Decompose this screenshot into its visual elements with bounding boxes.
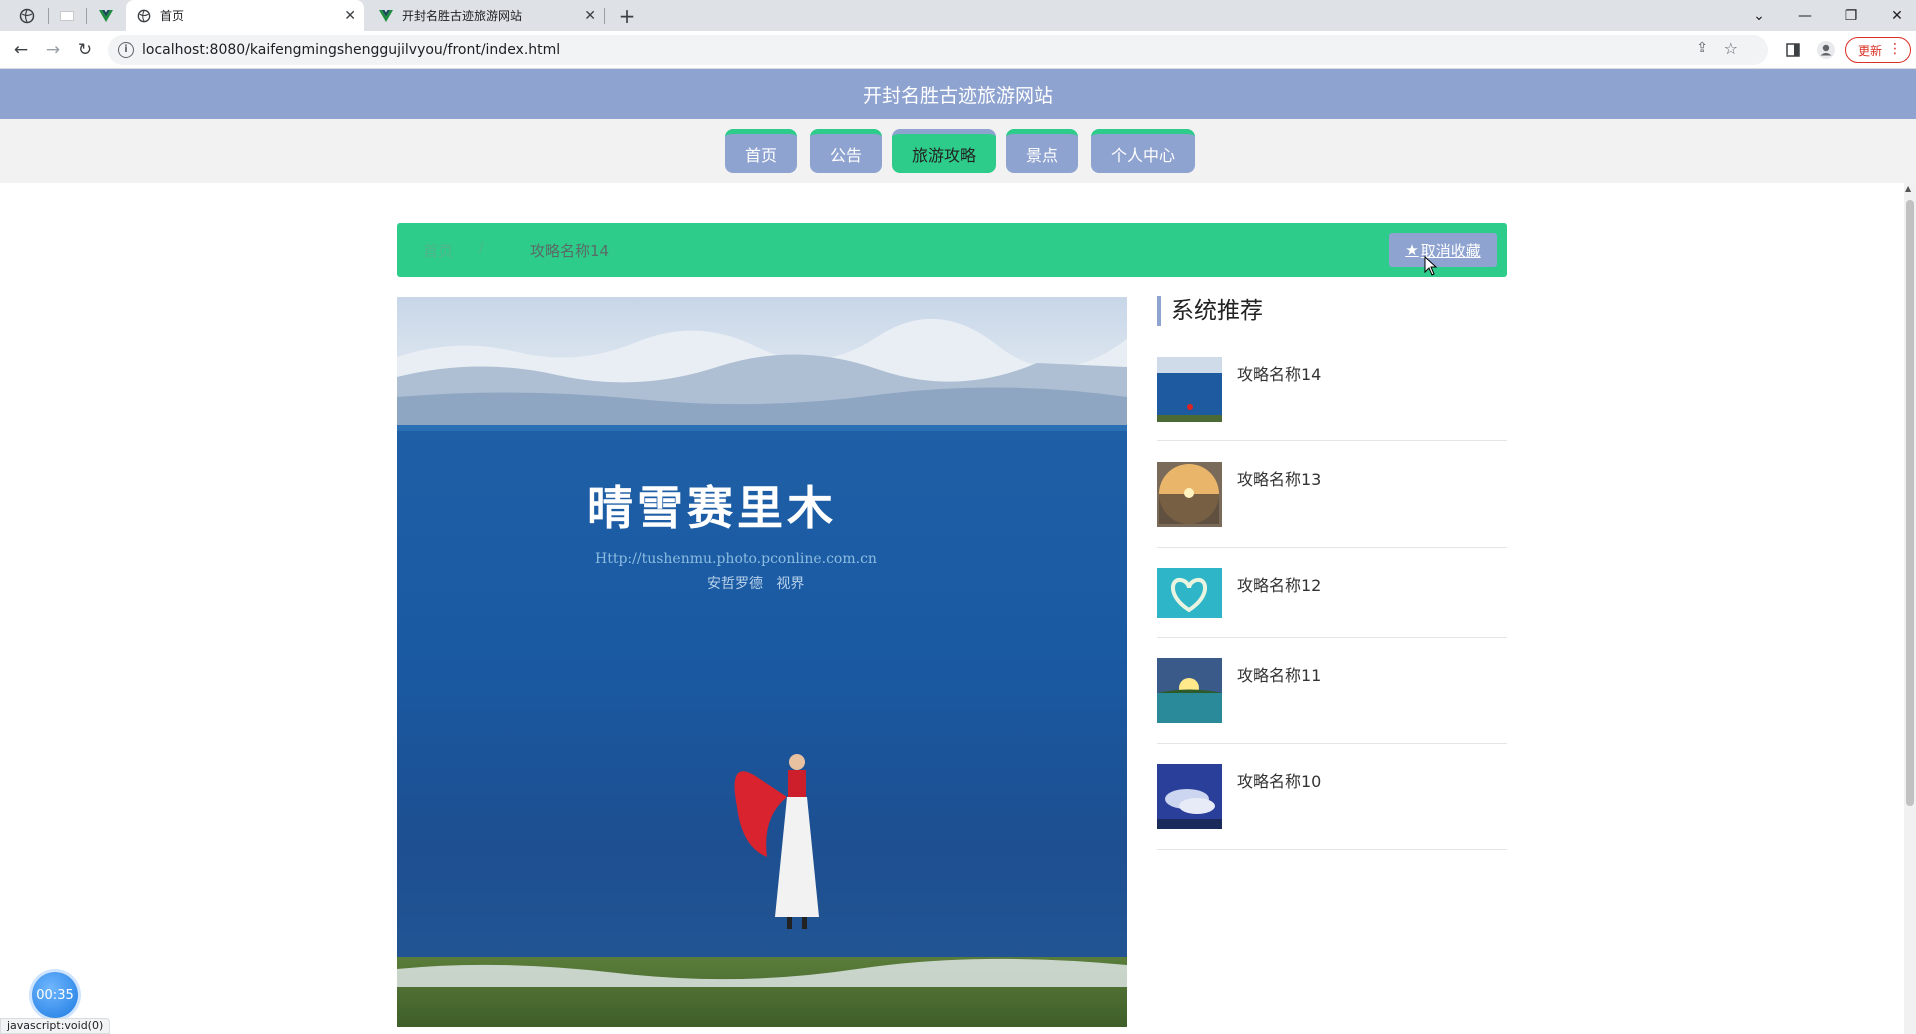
- recommend-thumb[interactable]: [1157, 357, 1222, 422]
- recommend-title[interactable]: 攻略名称13: [1237, 466, 1321, 490]
- breadcrumb-current: 攻略名称14: [530, 242, 610, 260]
- more-icon: ⋮: [1888, 41, 1902, 57]
- url-text[interactable]: localhost:8080/kaifengmingshenggujilvyou…: [142, 42, 560, 58]
- close-icon[interactable]: ✕: [584, 8, 596, 24]
- reload-icon[interactable]: ↻: [72, 37, 98, 63]
- chevron-down-icon[interactable]: ⌄: [1736, 0, 1782, 31]
- site-title: 开封名胜古迹旅游网站: [0, 69, 1916, 119]
- browser-toolbar: ← → ↻ i localhost:8080/kaifengmingshengg…: [0, 31, 1916, 69]
- globe-icon[interactable]: [14, 0, 40, 31]
- recommend-item[interactable]: 攻略名称11: [1157, 658, 1507, 744]
- minimize-icon[interactable]: —: [1782, 0, 1828, 31]
- recommend-heading: 系统推荐: [1157, 296, 1263, 326]
- breadcrumb-home[interactable]: 首页: [423, 240, 453, 261]
- nav-personal-center[interactable]: 个人中心: [1091, 129, 1195, 173]
- recommend-thumb[interactable]: [1157, 658, 1222, 723]
- star-icon: ★: [1405, 241, 1419, 259]
- watermark-url: Http://tushenmu.photo.pconline.com.cn: [595, 551, 877, 567]
- recommend-title[interactable]: 攻略名称12: [1237, 572, 1321, 596]
- forward-icon[interactable]: →: [40, 37, 66, 63]
- mouse-cursor-icon: [1424, 256, 1438, 276]
- profile-icon[interactable]: [1815, 39, 1837, 61]
- side-panel-icon[interactable]: [1782, 39, 1804, 61]
- share-icon[interactable]: ⇪: [1696, 40, 1708, 56]
- recording-timer[interactable]: 00:35: [32, 972, 78, 1018]
- recommend-title[interactable]: 攻略名称14: [1237, 361, 1321, 385]
- recommend-thumb[interactable]: [1157, 568, 1222, 618]
- new-tab-icon[interactable]: +: [614, 0, 640, 31]
- recommend-thumb[interactable]: [1157, 462, 1222, 527]
- vue-icon[interactable]: [94, 0, 118, 31]
- nav-notice[interactable]: 公告: [810, 129, 882, 173]
- update-label: 更新: [1858, 43, 1883, 58]
- watermark-credit: 安哲罗德 视界: [707, 576, 805, 592]
- nav-scenic-spots[interactable]: 景点: [1006, 129, 1078, 173]
- recommend-item[interactable]: 攻略名称12: [1157, 568, 1507, 638]
- status-url: javascript:void(0): [0, 1018, 111, 1034]
- recommend-item[interactable]: 攻略名称13: [1157, 462, 1507, 548]
- recommend-item[interactable]: 攻略名称10: [1157, 764, 1507, 850]
- browser-tab-strip: 首页 ✕ 开封名胜古迹旅游网站 ✕ + ⌄ — ❐ ✕: [0, 0, 1916, 31]
- watermark-title: 晴雪赛里木: [587, 481, 837, 535]
- unfavorite-button[interactable]: ★ 取消收藏: [1389, 233, 1497, 267]
- guide-main-image: 晴雪赛里木 Http://tushenmu.photo.pconline.com…: [397, 297, 1127, 1027]
- recommend-title[interactable]: 攻略名称11: [1237, 662, 1321, 686]
- recommend-thumb[interactable]: [1157, 764, 1222, 829]
- breadcrumb: 首页 / 攻略名称14 ★ 取消收藏: [397, 223, 1507, 277]
- tab-title: 开封名胜古迹旅游网站: [402, 9, 523, 23]
- window-close-icon[interactable]: ✕: [1874, 0, 1916, 31]
- info-icon[interactable]: i: [118, 42, 134, 58]
- tab-home[interactable]: 首页 ✕: [126, 0, 364, 31]
- recommend-item[interactable]: 攻略名称14: [1157, 357, 1507, 441]
- close-icon[interactable]: ✕: [344, 8, 356, 24]
- tab-title: 首页: [160, 9, 185, 23]
- vue-icon: [378, 8, 394, 24]
- breadcrumb-separator: /: [479, 240, 484, 256]
- address-bar[interactable]: i localhost:8080/kaifengmingshenggujilvy…: [108, 35, 1768, 65]
- recommend-title[interactable]: 攻略名称10: [1237, 768, 1321, 792]
- tab-site[interactable]: 开封名胜古迹旅游网站 ✕: [368, 0, 604, 31]
- main-nav: 首页 公告 旅游攻略 景点 个人中心: [0, 119, 1916, 183]
- update-button[interactable]: 更新 ⋮: [1845, 37, 1911, 63]
- globe-icon: [136, 8, 152, 24]
- nav-travel-guide[interactable]: 旅游攻略: [892, 129, 996, 173]
- blank-page-icon[interactable]: [56, 0, 78, 31]
- bookmark-star-icon[interactable]: ☆: [1724, 39, 1738, 58]
- scrollbar-thumb[interactable]: [1906, 200, 1914, 806]
- nav-home[interactable]: 首页: [725, 129, 797, 173]
- restore-icon[interactable]: ❐: [1828, 0, 1874, 31]
- back-icon[interactable]: ←: [8, 37, 34, 63]
- scroll-up-icon[interactable]: ▲: [1905, 184, 1911, 193]
